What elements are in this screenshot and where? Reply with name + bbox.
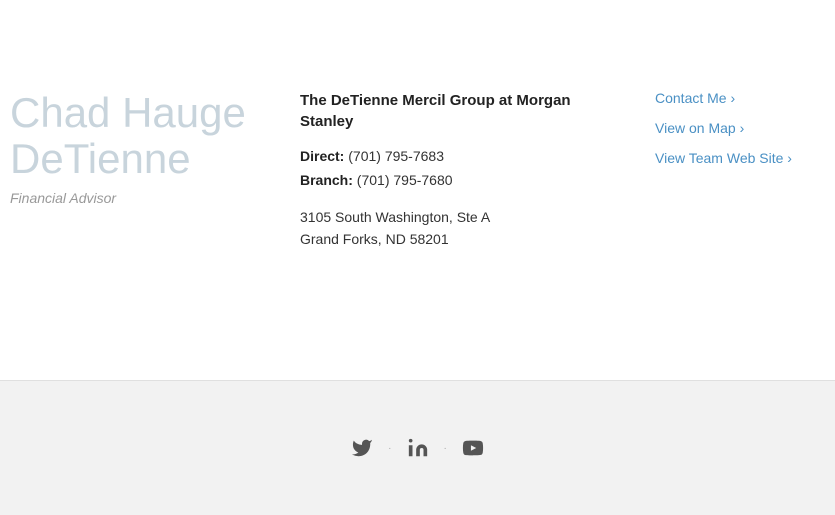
branch-label: Branch:: [300, 172, 353, 188]
direct-label: Direct:: [300, 148, 344, 164]
branch-phone-row: Branch: (701) 795-7680: [300, 172, 655, 188]
view-on-map-link[interactable]: View on Map ›: [655, 120, 835, 136]
firm-name: The DeTienne Mercil Group at Morgan Stan…: [300, 90, 580, 132]
social-icons-group: · ·: [344, 430, 491, 466]
youtube-icon[interactable]: [455, 430, 491, 466]
advisor-title: Financial Advisor: [10, 190, 300, 206]
advisor-name-section: Chad Hauge DeTienne Financial Advisor: [0, 80, 300, 320]
twitter-icon[interactable]: [344, 430, 380, 466]
contact-me-link[interactable]: Contact Me ›: [655, 90, 835, 106]
links-section: Contact Me › View on Map › View Team Web…: [655, 80, 835, 320]
address-line1: 3105 South Washington, Ste A: [300, 206, 655, 228]
linkedin-icon[interactable]: [400, 430, 436, 466]
contact-details-section: The DeTienne Mercil Group at Morgan Stan…: [300, 80, 655, 320]
branch-phone: (701) 795-7680: [357, 172, 453, 188]
footer: · ·: [0, 380, 835, 515]
address-block: 3105 South Washington, Ste A Grand Forks…: [300, 206, 655, 251]
main-content: Chad Hauge DeTienne Financial Advisor Th…: [0, 0, 835, 380]
advisor-name: Chad Hauge DeTienne: [10, 90, 300, 182]
separator-1: ·: [388, 443, 391, 454]
view-team-web-site-link[interactable]: View Team Web Site ›: [655, 150, 835, 166]
address-line2: Grand Forks, ND 58201: [300, 228, 655, 250]
separator-2: ·: [444, 443, 447, 454]
direct-phone-row: Direct: (701) 795-7683: [300, 148, 655, 164]
direct-phone: (701) 795-7683: [348, 148, 444, 164]
